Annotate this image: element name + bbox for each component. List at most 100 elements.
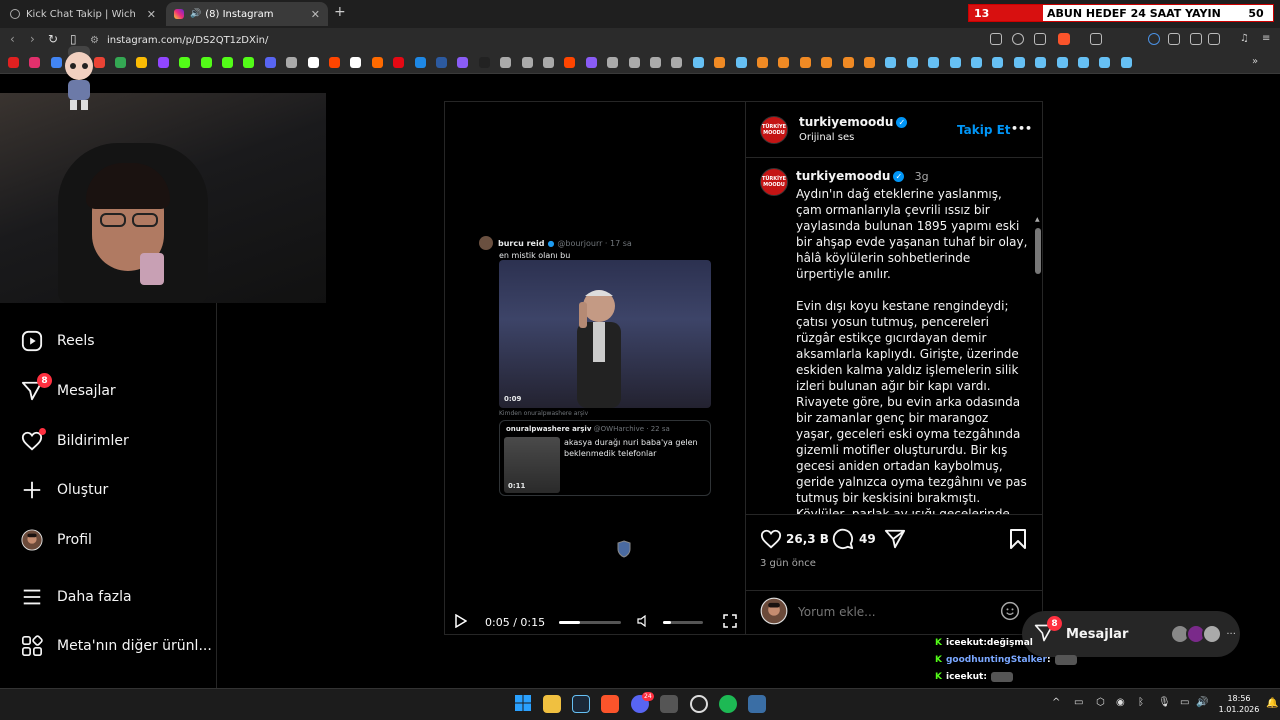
bookmark-favicon-icon[interactable] — [650, 57, 661, 68]
video-progress-bar[interactable] — [559, 620, 622, 624]
bookmark-favicon-icon[interactable] — [115, 57, 126, 68]
menu-icon[interactable]: ≡ — [1262, 33, 1274, 45]
like-icon[interactable] — [760, 528, 782, 554]
close-icon[interactable]: ✕ — [311, 8, 320, 21]
caption-scrollbar[interactable]: ▲ ▼ — [1035, 216, 1041, 514]
obs-icon[interactable] — [690, 695, 708, 713]
bookmark-favicon-icon[interactable] — [992, 57, 1004, 68]
bookmark-favicon-icon[interactable] — [8, 57, 19, 68]
bookmark-favicon-icon[interactable] — [671, 57, 683, 68]
steam-icon[interactable] — [572, 695, 590, 713]
brave-browser-icon[interactable] — [601, 695, 619, 713]
zoom-icon[interactable] — [1012, 33, 1024, 45]
windows-start-icon[interactable] — [515, 695, 531, 711]
comment-icon[interactable] — [832, 528, 854, 554]
bookmark-favicon-icon[interactable] — [414, 57, 426, 68]
bookmark-favicon-icon[interactable] — [864, 57, 875, 68]
bookmark-favicon-icon[interactable] — [928, 57, 940, 68]
sidebar-icon[interactable] — [1190, 33, 1202, 45]
chevron-right-icon[interactable]: » — [1252, 56, 1258, 67]
new-tab-button[interactable]: + — [334, 4, 346, 20]
bookmark-favicon-icon[interactable] — [971, 57, 982, 68]
chevron-up-icon[interactable]: ^ — [1052, 697, 1060, 708]
bookmark-favicon-icon[interactable] — [478, 57, 490, 68]
volume-icon[interactable]: 🔊 — [1196, 697, 1208, 708]
spotify-icon[interactable] — [719, 695, 737, 713]
like-count[interactable]: 26,3 B — [786, 532, 829, 546]
bookmark-favicon-icon[interactable] — [607, 57, 619, 68]
tray-icon[interactable]: ⬡ — [1096, 697, 1105, 708]
sidebar-item-meta-apps[interactable]: Meta'nın diğer ürünl... — [20, 630, 212, 662]
bookmark-favicon-icon[interactable] — [628, 57, 640, 68]
music-icon[interactable]: ♫ — [1240, 33, 1252, 45]
sidebar-item-notifications[interactable]: Bildirimler — [20, 425, 129, 457]
bookmark-favicon-icon[interactable] — [329, 57, 340, 68]
brave-shield-icon[interactable] — [1058, 33, 1070, 45]
tab-kick-chat[interactable]: Kick Chat Takip | Wich ✕ — [2, 2, 164, 26]
tab-instagram[interactable]: 🔊 (8) Instagram ✕ — [166, 2, 328, 26]
audio-label[interactable]: Orijinal ses — [799, 132, 854, 143]
scrollbar-thumb[interactable] — [1035, 228, 1041, 274]
bookmark-favicon-icon[interactable] — [264, 57, 276, 68]
more-icon[interactable]: ··· — [1226, 629, 1236, 640]
author-avatar[interactable]: TÜRKİYE MOODU — [760, 116, 788, 144]
bookmark-favicon-icon[interactable] — [243, 57, 255, 68]
bookmark-favicon-icon[interactable] — [1078, 57, 1089, 68]
bookmark-favicon-icon[interactable] — [29, 57, 41, 68]
close-icon[interactable]: ✕ — [147, 8, 156, 21]
bookmark-favicon-icon[interactable] — [457, 57, 469, 68]
bookmark-favicon-icon[interactable] — [436, 57, 447, 68]
fullscreen-icon[interactable] — [723, 613, 737, 631]
notification-bell-icon[interactable]: 🔔 — [1266, 698, 1278, 709]
caption-username[interactable]: turkiyemoodu — [796, 169, 890, 183]
sidebar-item-create[interactable]: Oluştur — [20, 474, 108, 506]
caption-avatar[interactable]: TÜRKİYE MOODU — [760, 168, 788, 196]
wallet-icon[interactable] — [1208, 33, 1220, 45]
bookmark-favicon-icon[interactable] — [885, 57, 897, 68]
network-icon[interactable]: ▭ — [1180, 697, 1189, 708]
bookmark-favicon-icon[interactable] — [692, 57, 704, 68]
bookmark-favicon-icon[interactable] — [564, 57, 576, 68]
comment-input[interactable] — [798, 603, 988, 621]
bookmark-favicon-icon[interactable] — [842, 57, 854, 68]
app-icon[interactable] — [660, 695, 678, 713]
forward-icon[interactable]: › — [30, 32, 35, 46]
bookmark-favicon-icon[interactable] — [157, 57, 169, 68]
extension-icon[interactable] — [1148, 33, 1160, 45]
save-icon[interactable] — [1008, 528, 1028, 554]
bluetooth-icon[interactable]: ᛒ — [1138, 697, 1144, 708]
address-bar[interactable]: ⚙ instagram.com/p/DS2QT1zDXin/ — [90, 31, 970, 49]
volume-icon[interactable] — [637, 614, 649, 630]
bookmark-favicon-icon[interactable] — [200, 57, 212, 68]
extension-icon[interactable] — [1090, 33, 1102, 45]
bookmark-favicon-icon[interactable] — [543, 57, 554, 68]
follow-button[interactable]: Takip Et — [957, 123, 1011, 137]
comment-count[interactable]: 49 — [859, 532, 876, 546]
bookmark-favicon-icon[interactable] — [735, 57, 747, 68]
more-options-icon[interactable]: ••• — [1011, 122, 1032, 135]
bookmark-favicon-icon[interactable] — [799, 57, 811, 68]
speaker-icon[interactable]: 🔊 — [190, 9, 201, 19]
bookmark-favicon-icon[interactable] — [1013, 57, 1025, 68]
file-explorer-icon[interactable] — [543, 695, 561, 713]
share-icon[interactable] — [1034, 33, 1046, 45]
bookmark-favicon-icon[interactable] — [500, 57, 512, 68]
bookmark-favicon-icon[interactable] — [393, 57, 405, 68]
bookmark-favicon-icon[interactable] — [521, 57, 533, 68]
bookmark-favicon-icon[interactable] — [1099, 57, 1111, 68]
sidebar-item-messages[interactable]: 8 Mesajlar — [20, 373, 116, 407]
sidebar-item-more[interactable]: Daha fazla — [20, 581, 132, 613]
bookmark-favicon-icon[interactable] — [821, 57, 833, 68]
volume-slider[interactable] — [663, 620, 704, 624]
bookmark-favicon-icon[interactable] — [350, 57, 362, 68]
bookmark-favicon-icon[interactable] — [714, 57, 726, 68]
bookmark-favicon-icon[interactable] — [585, 57, 597, 68]
bookmark-favicon-icon[interactable] — [949, 57, 961, 68]
bookmark-favicon-icon[interactable] — [1056, 57, 1068, 68]
taskbar-clock[interactable]: 18:56 1.01.2026 — [1214, 693, 1264, 715]
extensions-icon[interactable] — [1168, 33, 1180, 45]
bookmark-favicon-icon[interactable] — [371, 57, 383, 68]
bookmark-favicon-icon[interactable] — [222, 57, 233, 68]
bookmark-favicon-icon[interactable] — [1035, 57, 1047, 68]
video-player[interactable]: burcu reid ● @bourjourr · 17 sa en misti… — [445, 102, 745, 634]
